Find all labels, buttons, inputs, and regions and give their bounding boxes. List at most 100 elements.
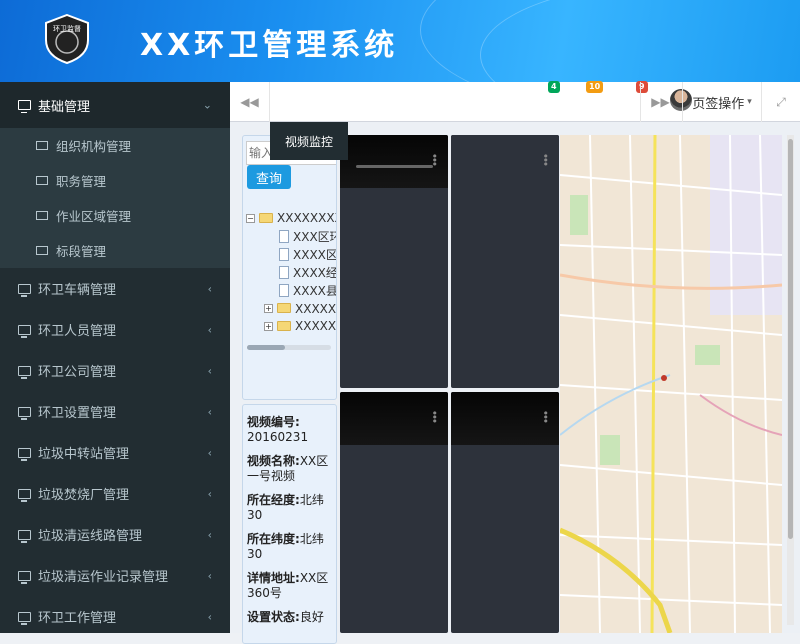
- file-icon: [279, 265, 289, 279]
- monitor-icon: [18, 488, 31, 502]
- video-player[interactable]: • • •: [451, 135, 559, 388]
- file-icon: [279, 283, 289, 297]
- notification-badge[interactable]: 10: [586, 81, 604, 93]
- more-options-icon[interactable]: • • •: [432, 408, 439, 427]
- sidebar: 基础管理 ⌄ 组织机构管理 职务管理 作业区域管理 标段管理 环卫车辆管理 ‹ 环…: [0, 82, 230, 633]
- info-status: 设置状态:良好: [247, 610, 332, 625]
- sidebar-item-incinerator[interactable]: 垃圾焚烧厂管理 ‹: [0, 473, 230, 514]
- tree-node-label: XXXX区: [293, 247, 337, 262]
- chevron-down-icon: ⌄: [202, 98, 212, 112]
- submenu-item-section[interactable]: 标段管理: [0, 233, 230, 268]
- submenu-item-org[interactable]: 组织机构管理: [0, 128, 230, 163]
- video-player[interactable]: • • •: [451, 392, 559, 633]
- monitor-icon: [18, 570, 31, 584]
- sidebar-item-settings[interactable]: 环卫设置管理 ‹: [0, 391, 230, 432]
- search-button[interactable]: 查询: [247, 165, 291, 189]
- monitor-icon: [18, 529, 31, 543]
- submenu-basic: 组织机构管理 职务管理 作业区域管理 标段管理: [0, 128, 230, 268]
- chevron-left-icon: ‹: [207, 282, 212, 295]
- file-icon: [279, 229, 289, 243]
- tree-node-label: XXX区环: [293, 229, 337, 244]
- video-progress-bar[interactable]: [356, 165, 433, 168]
- page-operations-dropdown[interactable]: 页签操作 ▾: [682, 82, 762, 122]
- scrollbar-thumb[interactable]: [247, 345, 285, 350]
- submenu-item-duty[interactable]: 职务管理: [0, 163, 230, 198]
- sidebar-item-records[interactable]: 垃圾清运作业记录管理 ‹: [0, 555, 230, 596]
- vertical-scrollbar[interactable]: [787, 135, 794, 625]
- video-player[interactable]: • • •: [340, 392, 448, 633]
- info-video-id: 视频编号: 20160231: [247, 415, 332, 445]
- sidebar-item-vehicle[interactable]: 环卫车辆管理 ‹: [0, 268, 230, 309]
- tree-node-folder[interactable]: + XXXXX县: [264, 299, 336, 317]
- badge-count: 4: [551, 82, 557, 91]
- video-player[interactable]: • • •: [340, 135, 448, 388]
- sidebar-item-label: 环卫设置管理: [38, 406, 117, 421]
- more-options-icon[interactable]: • • •: [543, 408, 550, 427]
- sidebar-item-label: 环卫人员管理: [38, 324, 117, 339]
- horizontal-scrollbar[interactable]: [247, 345, 331, 350]
- monitor-icon: [18, 324, 31, 338]
- submenu-item-area[interactable]: 作业区域管理: [0, 198, 230, 233]
- logo-icon: 环卫监督: [45, 14, 89, 64]
- app-title: XX环卫管理系统: [140, 28, 399, 63]
- chevron-left-icon: ‹: [207, 405, 212, 418]
- logo-text: 环卫监督: [53, 24, 81, 33]
- tree-node[interactable]: XXXX区: [279, 245, 337, 263]
- chevron-left-icon: ‹: [207, 323, 212, 336]
- video-info-panel: 视频编号: 20160231 视频名称:XX区一号视频 所在经度:北纬30 所在纬…: [242, 404, 337, 644]
- folder-icon: [277, 321, 291, 331]
- tree-node-root[interactable]: − XXXXXXXX: [246, 209, 336, 227]
- page-operations-label: 页签操作: [692, 96, 745, 112]
- scrollbar-thumb[interactable]: [788, 139, 793, 539]
- sidebar-item-label: 环卫公司管理: [38, 365, 117, 380]
- tab-label: 视频监控: [284, 134, 333, 149]
- sidebar-item-route[interactable]: 垃圾清运线路管理 ‹: [0, 514, 230, 555]
- collapse-toggle-icon[interactable]: −: [246, 213, 255, 223]
- sidebar-item-label: 垃圾清运线路管理: [38, 529, 143, 544]
- badge-count: 10: [589, 82, 601, 91]
- monitor-icon: [18, 283, 31, 297]
- folder-icon: [277, 303, 291, 313]
- info-value: 20160231: [247, 430, 309, 444]
- info-label: 视频编号:: [247, 415, 300, 429]
- notification-badge[interactable]: 4: [548, 81, 560, 93]
- more-options-icon[interactable]: • • •: [432, 151, 439, 170]
- sidebar-item-work[interactable]: 环卫工作管理 ‹: [0, 596, 230, 633]
- expand-toggle-icon[interactable]: +: [264, 303, 273, 313]
- info-value: 良好: [299, 610, 324, 624]
- tree-node[interactable]: XXX区环: [279, 227, 337, 245]
- tree-node[interactable]: XXXX经: [279, 263, 337, 281]
- city-map[interactable]: [560, 135, 782, 633]
- chevron-left-icon: ‹: [207, 528, 212, 541]
- tree-node-label: XXXX经: [293, 265, 337, 280]
- monitor-icon: [36, 176, 48, 185]
- sidebar-item-label: 环卫车辆管理: [38, 283, 117, 298]
- file-icon: [279, 247, 289, 261]
- tab-scroll-left-button[interactable]: ◀◀: [230, 82, 270, 122]
- monitor-icon: [18, 365, 31, 379]
- info-label: 所在纬度:: [247, 532, 300, 546]
- info-label: 所在经度:: [247, 493, 300, 507]
- chevron-left-icon: ‹: [207, 569, 212, 582]
- folder-open-icon: [259, 213, 273, 223]
- map-marker-icon[interactable]: [661, 375, 667, 381]
- monitor-icon: [18, 100, 31, 113]
- sidebar-item-company[interactable]: 环卫公司管理 ‹: [0, 350, 230, 391]
- sidebar-item-staff[interactable]: 环卫人员管理 ‹: [0, 309, 230, 350]
- expand-toggle-icon[interactable]: +: [264, 321, 273, 331]
- tree-node[interactable]: XXXX县: [279, 281, 337, 299]
- sidebar-item-label: 垃圾清运作业记录管理: [38, 570, 169, 585]
- info-address: 详情地址:XX区360号: [247, 571, 332, 601]
- sidebar-item-basic[interactable]: 基础管理 ⌄: [0, 82, 230, 128]
- monitor-icon: [36, 246, 48, 255]
- submenu-item-label: 标段管理: [56, 244, 107, 259]
- sidebar-item-label: 环卫工作管理: [38, 611, 117, 626]
- tree-node-label: XXXX县: [293, 283, 337, 298]
- tab-video-monitor[interactable]: 视频监控: [270, 122, 348, 160]
- sidebar-item-label: 基础管理: [38, 99, 91, 115]
- fullscreen-icon[interactable]: ⤢: [762, 82, 800, 122]
- chevron-left-icon: ‹: [207, 364, 212, 377]
- sidebar-item-transfer-station[interactable]: 垃圾中转站管理 ‹: [0, 432, 230, 473]
- tree-node-folder[interactable]: + XXXXXX: [264, 317, 336, 335]
- more-options-icon[interactable]: • • •: [543, 151, 550, 170]
